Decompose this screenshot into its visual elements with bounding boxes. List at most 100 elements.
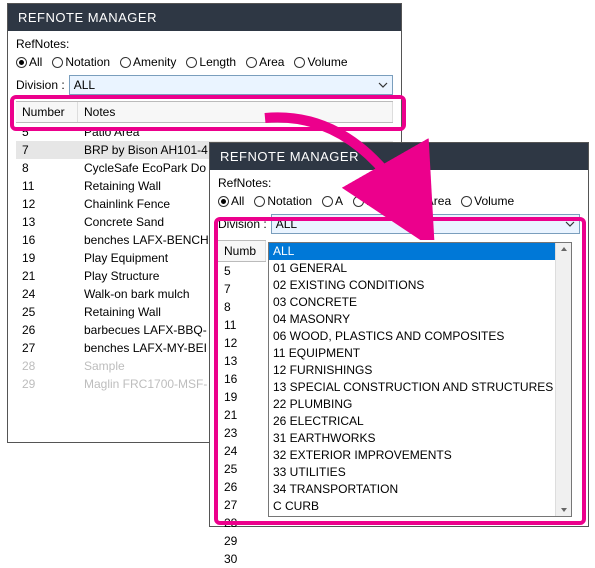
- cell-number: 28: [218, 516, 266, 530]
- table-row[interactable]: 28: [218, 514, 266, 532]
- cell-number: 26: [16, 323, 78, 337]
- cell-number: 21: [218, 408, 266, 422]
- table-row[interactable]: 26: [218, 478, 266, 496]
- table-row[interactable]: 30: [218, 550, 266, 568]
- cell-number: 25: [16, 305, 78, 319]
- dropdown-option[interactable]: 12 FURNISHINGS: [269, 362, 571, 379]
- filter-radio-notation[interactable]: Notation: [254, 194, 312, 208]
- dropdown-scrollbar[interactable]: [555, 243, 571, 516]
- radio-label: Notation: [267, 194, 312, 208]
- dropdown-option[interactable]: 06 WOOD, PLASTICS AND COMPOSITES: [269, 328, 571, 345]
- filter-radio-all[interactable]: All: [16, 55, 42, 69]
- dropdown-option[interactable]: 22 PLUMBING: [269, 396, 571, 413]
- filter-radio-a[interactable]: A: [322, 194, 343, 208]
- dropdown-option[interactable]: 31 EARTHWORKS: [269, 430, 571, 447]
- dropdown-option[interactable]: 03 CONCRETE: [269, 294, 571, 311]
- filter-radio-area[interactable]: Area: [413, 194, 451, 208]
- table-row[interactable]: 5Patio Area: [16, 123, 393, 141]
- filter-radio-amenity[interactable]: Amenity: [120, 55, 176, 69]
- col-number[interactable]: Numb: [218, 241, 266, 261]
- cell-number: 5: [16, 125, 78, 139]
- filter-radio-volume[interactable]: Volume: [461, 194, 514, 208]
- table-row[interactable]: 21: [218, 406, 266, 424]
- cell-number: 27: [16, 341, 78, 355]
- cell-number: 19: [16, 251, 78, 265]
- dropdown-option[interactable]: 01 GENERAL: [269, 260, 571, 277]
- radio-icon: [461, 196, 472, 207]
- table-row[interactable]: 19: [218, 388, 266, 406]
- cell-number: 23: [218, 426, 266, 440]
- dropdown-option[interactable]: 34 TRANSPORTATION: [269, 481, 571, 498]
- cell-number: 24: [16, 287, 78, 301]
- radio-label: Length: [366, 194, 403, 208]
- cell-number: 7: [16, 143, 78, 157]
- table-row[interactable]: 27: [218, 496, 266, 514]
- cell-number: 27: [218, 498, 266, 512]
- radio-label: Volume: [307, 55, 347, 69]
- table-row[interactable]: 25: [218, 460, 266, 478]
- cell-number: 7: [218, 282, 266, 296]
- division-label: Division :: [218, 217, 267, 231]
- table-row[interactable]: 12: [218, 334, 266, 352]
- radio-label: All: [231, 194, 244, 208]
- table-row[interactable]: 7: [218, 280, 266, 298]
- division-combo-value: ALL: [276, 217, 297, 231]
- col-notes[interactable]: Notes: [78, 102, 393, 122]
- cell-number: 26: [218, 480, 266, 494]
- radio-icon: [16, 57, 27, 68]
- dropdown-option[interactable]: 32 EXTERIOR IMPROVEMENTS: [269, 447, 571, 464]
- filter-radio-all[interactable]: All: [218, 194, 244, 208]
- filter-radio-area[interactable]: Area: [246, 55, 284, 69]
- table-row[interactable]: 13: [218, 352, 266, 370]
- table-row[interactable]: 5: [218, 262, 266, 280]
- cell-number: 24: [218, 444, 266, 458]
- chevron-down-icon: [565, 219, 575, 229]
- scroll-down-icon[interactable]: [560, 506, 568, 514]
- division-dropdown[interactable]: ALL01 GENERAL02 EXISTING CONDITIONS03 CO…: [268, 242, 572, 517]
- radio-label: Area: [426, 194, 451, 208]
- dropdown-option[interactable]: 33 UTILITIES: [269, 464, 571, 481]
- dropdown-option[interactable]: ALL: [269, 243, 571, 260]
- radio-label: Amenity: [133, 55, 176, 69]
- cell-number: 30: [218, 552, 266, 566]
- scroll-up-icon[interactable]: [560, 245, 568, 253]
- dropdown-option[interactable]: D DEMOLITION: [269, 515, 571, 517]
- dropdown-option[interactable]: 13 SPECIAL CONSTRUCTION AND STRUCTURES: [269, 379, 571, 396]
- radio-icon: [294, 57, 305, 68]
- table-header: Numb: [218, 240, 266, 262]
- refnotes-label: RefNotes:: [218, 176, 580, 190]
- radio-icon: [186, 57, 197, 68]
- filter-radio-notation[interactable]: Notation: [52, 55, 110, 69]
- titlebar: REFNOTE MANAGER: [210, 143, 588, 170]
- table-row[interactable]: 8: [218, 298, 266, 316]
- filter-radio-volume[interactable]: Volume: [294, 55, 347, 69]
- radio-label: Notation: [65, 55, 110, 69]
- filter-radio-length[interactable]: Length: [353, 194, 403, 208]
- filter-radios: All Notation A Length Area Volume: [218, 192, 580, 214]
- radio-label: A: [335, 194, 343, 208]
- radio-label: Length: [199, 55, 236, 69]
- col-number[interactable]: Number: [16, 102, 78, 122]
- radio-icon: [254, 196, 265, 207]
- table-row[interactable]: 11: [218, 316, 266, 334]
- dropdown-option[interactable]: 26 ELECTRICAL: [269, 413, 571, 430]
- dropdown-option[interactable]: 04 MASONRY: [269, 311, 571, 328]
- refnotes-label: RefNotes:: [16, 37, 393, 51]
- table-row[interactable]: 23: [218, 424, 266, 442]
- window-title: REFNOTE MANAGER: [18, 10, 157, 25]
- radio-label: All: [29, 55, 42, 69]
- dropdown-option[interactable]: 11 EQUIPMENT: [269, 345, 571, 362]
- titlebar: REFNOTE MANAGER: [8, 4, 401, 31]
- division-combo[interactable]: ALL: [69, 75, 393, 95]
- division-combo[interactable]: ALL: [271, 214, 580, 234]
- dropdown-option[interactable]: C CURB: [269, 498, 571, 515]
- table-row[interactable]: 24: [218, 442, 266, 460]
- table-row[interactable]: 16: [218, 370, 266, 388]
- cell-number: 28: [16, 359, 78, 373]
- filter-radio-length[interactable]: Length: [186, 55, 236, 69]
- cell-number: 16: [218, 372, 266, 386]
- cell-number: 13: [218, 354, 266, 368]
- dropdown-option[interactable]: 02 EXISTING CONDITIONS: [269, 277, 571, 294]
- table-row[interactable]: 29: [218, 532, 266, 550]
- radio-icon: [52, 57, 63, 68]
